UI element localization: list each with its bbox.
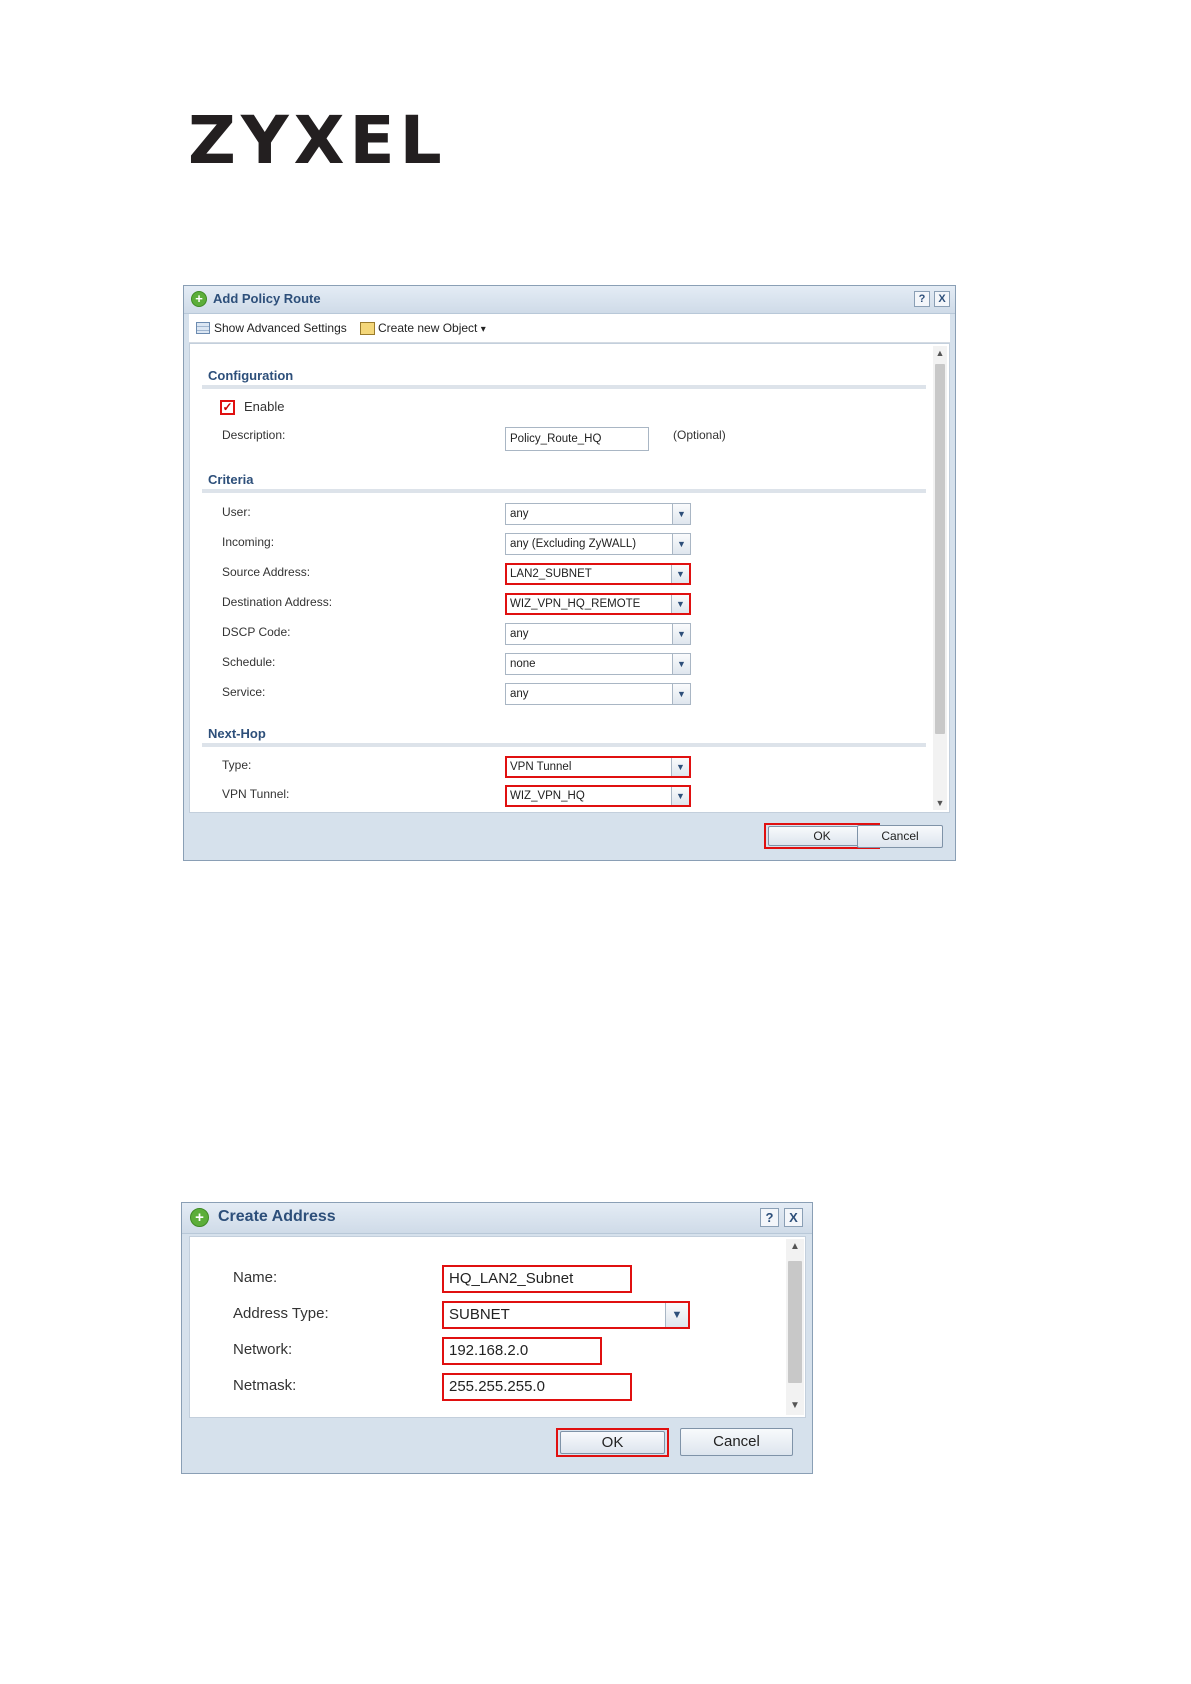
add-policy-route-dialog: + Add Policy Route ? X Show Advanced Set… bbox=[183, 285, 956, 861]
network-value: 192.168.2.0 bbox=[449, 1342, 529, 1359]
add-icon: + bbox=[191, 291, 207, 307]
scrollbar-thumb[interactable] bbox=[935, 364, 945, 734]
divider bbox=[202, 743, 926, 747]
address-type-label: Address Type: bbox=[233, 1305, 329, 1322]
schedule-label: Schedule: bbox=[222, 655, 276, 669]
close-button[interactable]: X bbox=[784, 1208, 803, 1227]
user-value: any bbox=[510, 508, 529, 520]
create-new-object-menu[interactable]: Create new Object ▾ bbox=[378, 321, 486, 335]
show-advanced-settings-link[interactable]: Show Advanced Settings bbox=[214, 321, 347, 335]
destination-address-label: Destination Address: bbox=[222, 595, 333, 609]
network-input[interactable]: 192.168.2.0 bbox=[442, 1337, 602, 1365]
dialog-title: Create Address bbox=[218, 1208, 336, 1225]
next-hop-type-select[interactable]: VPN Tunnel ▼ bbox=[505, 756, 691, 778]
schedule-value: none bbox=[510, 658, 536, 670]
vertical-scrollbar[interactable]: ▲ ▼ bbox=[786, 1239, 804, 1415]
dialog-title-bar: + Create Address ? X bbox=[182, 1203, 812, 1234]
vertical-scrollbar[interactable]: ▲ ▼ bbox=[933, 346, 947, 810]
netmask-value: 255.255.255.0 bbox=[449, 1378, 545, 1395]
close-button[interactable]: X bbox=[934, 291, 950, 307]
advanced-settings-icon bbox=[196, 322, 210, 334]
name-label: Name: bbox=[233, 1269, 278, 1286]
source-address-value: LAN2_SUBNET bbox=[510, 568, 592, 580]
scroll-down-icon[interactable]: ▼ bbox=[933, 798, 947, 808]
chevron-down-icon: ▼ bbox=[672, 534, 690, 554]
policy-form-panel: Configuration ✓ Enable Description: Poli… bbox=[189, 343, 950, 813]
divider bbox=[202, 385, 926, 389]
scroll-down-icon[interactable]: ▼ bbox=[786, 1401, 804, 1411]
dscp-code-select[interactable]: any ▼ bbox=[505, 623, 691, 645]
help-button[interactable]: ? bbox=[914, 291, 930, 307]
dialog-title: Add Policy Route bbox=[213, 291, 321, 306]
enable-checkbox[interactable]: ✓ bbox=[220, 400, 235, 415]
criteria-heading: Criteria bbox=[208, 472, 254, 487]
network-label: Network: bbox=[233, 1341, 293, 1358]
chevron-down-icon: ▼ bbox=[672, 624, 690, 644]
incoming-label: Incoming: bbox=[222, 535, 275, 549]
vpn-tunnel-select[interactable]: WIZ_VPN_HQ ▼ bbox=[505, 785, 691, 807]
chevron-down-icon: ▼ bbox=[672, 654, 690, 674]
next-hop-type-value: VPN Tunnel bbox=[510, 761, 572, 773]
dialog-toolbar: Show Advanced Settings Create new Object… bbox=[189, 314, 950, 343]
divider bbox=[202, 489, 926, 493]
help-button[interactable]: ? bbox=[760, 1208, 779, 1227]
vpn-tunnel-label: VPN Tunnel: bbox=[222, 787, 290, 801]
description-input[interactable]: Policy_Route_HQ bbox=[505, 427, 649, 451]
cancel-button[interactable]: Cancel bbox=[680, 1428, 793, 1456]
cancel-button[interactable]: Cancel bbox=[857, 825, 943, 848]
dscp-code-label: DSCP Code: bbox=[222, 625, 291, 639]
chevron-down-icon: ▼ bbox=[671, 595, 689, 613]
description-value: Policy_Route_HQ bbox=[510, 433, 602, 445]
destination-address-value: WIZ_VPN_HQ_REMOTE bbox=[510, 598, 641, 610]
chevron-down-icon: ▼ bbox=[672, 684, 690, 704]
enable-label: Enable bbox=[244, 399, 285, 414]
name-input[interactable]: HQ_LAN2_Subnet bbox=[442, 1265, 632, 1293]
zyxel-logo: ZYXEL bbox=[188, 102, 447, 179]
add-icon: + bbox=[190, 1208, 209, 1227]
ok-button[interactable]: OK bbox=[560, 1431, 665, 1454]
netmask-input[interactable]: 255.255.255.0 bbox=[442, 1373, 632, 1401]
service-select[interactable]: any ▼ bbox=[505, 683, 691, 705]
address-type-value: SUBNET bbox=[449, 1306, 510, 1323]
dscp-code-value: any bbox=[510, 628, 529, 640]
name-value: HQ_LAN2_Subnet bbox=[449, 1270, 574, 1287]
vpn-tunnel-value: WIZ_VPN_HQ bbox=[510, 790, 585, 802]
schedule-select[interactable]: none ▼ bbox=[505, 653, 691, 675]
next-hop-heading: Next-Hop bbox=[208, 726, 266, 741]
service-label: Service: bbox=[222, 685, 266, 699]
scrollbar-thumb[interactable] bbox=[788, 1261, 802, 1383]
type-label: Type: bbox=[222, 758, 252, 772]
create-object-icon bbox=[360, 322, 375, 335]
chevron-down-icon: ▼ bbox=[671, 758, 689, 776]
incoming-value: any (Excluding ZyWALL) bbox=[510, 538, 637, 550]
address-type-select[interactable]: SUBNET ▼ bbox=[442, 1301, 690, 1329]
netmask-label: Netmask: bbox=[233, 1377, 297, 1394]
scroll-up-icon[interactable]: ▲ bbox=[933, 348, 947, 358]
description-label: Description: bbox=[222, 428, 286, 442]
optional-hint: (Optional) bbox=[673, 428, 726, 442]
address-form-panel: Name: HQ_LAN2_Subnet Address Type: SUBNE… bbox=[189, 1236, 806, 1418]
service-value: any bbox=[510, 688, 529, 700]
create-address-dialog: + Create Address ? X Name: HQ_LAN2_Subne… bbox=[181, 1202, 813, 1474]
user-label: User: bbox=[222, 505, 251, 519]
chevron-down-icon: ▼ bbox=[665, 1303, 688, 1327]
dialog-title-bar: + Add Policy Route ? X bbox=[184, 286, 955, 314]
scroll-up-icon[interactable]: ▲ bbox=[786, 1242, 804, 1252]
chevron-down-icon: ▼ bbox=[672, 504, 690, 524]
create-new-object-label: Create new Object bbox=[378, 321, 478, 335]
source-address-select[interactable]: LAN2_SUBNET ▼ bbox=[505, 563, 691, 585]
configuration-heading: Configuration bbox=[208, 368, 294, 383]
destination-address-select[interactable]: WIZ_VPN_HQ_REMOTE ▼ bbox=[505, 593, 691, 615]
source-address-label: Source Address: bbox=[222, 565, 311, 579]
chevron-down-icon: ▼ bbox=[671, 787, 689, 805]
chevron-down-icon: ▾ bbox=[480, 324, 486, 335]
incoming-select[interactable]: any (Excluding ZyWALL) ▼ bbox=[505, 533, 691, 555]
user-select[interactable]: any ▼ bbox=[505, 503, 691, 525]
chevron-down-icon: ▼ bbox=[671, 565, 689, 583]
